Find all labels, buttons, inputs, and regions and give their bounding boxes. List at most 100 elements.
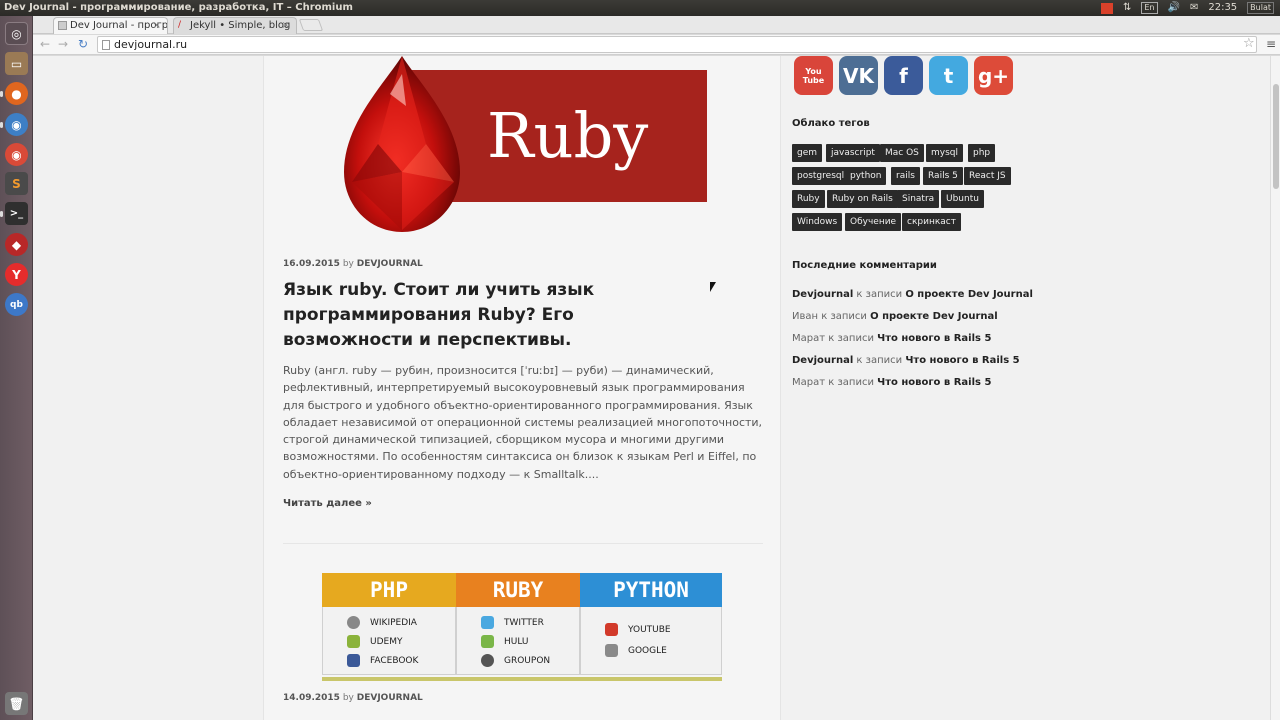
comment-post-link[interactable]: Что нового в Rails 5 [877,333,991,344]
reload-icon[interactable]: ↻ [75,37,91,51]
indicator-icon[interactable] [1100,2,1113,14]
web-page: Ruby 16.09.2015 by DEVJOURNAL Язык ruby.… [33,56,1270,720]
address-bar[interactable]: devjournal.ru [97,36,1257,53]
comment-author: Марат [792,333,826,344]
network-icon[interactable]: ⇅ [1123,0,1131,16]
tag-link[interactable]: mysql [926,144,963,162]
tag-link[interactable]: Обучение [845,213,902,231]
google-icon [605,644,618,657]
tag-link[interactable]: python [845,167,887,185]
comment-joiner: к записи [825,377,878,388]
lang-item: FACEBOOK [323,651,455,670]
user-menu[interactable]: Bulat [1247,2,1274,14]
page-icon [102,40,110,50]
tab-devjournal[interactable]: Dev Journal - програ × [53,17,168,34]
chromium-icon[interactable]: ◉ [5,113,28,136]
sound-icon[interactable]: 🔊 [1168,0,1180,16]
post-meta: 14.09.2015 by DEVJOURNAL [283,693,423,703]
comment-author[interactable]: Devjournal [792,289,853,300]
jekyll-favicon-icon: / [178,20,182,30]
lang-item: UDEMY [323,632,455,651]
tag-link[interactable]: gem [792,144,823,162]
vk-social-icon[interactable]: VK [839,56,878,95]
menu-icon[interactable]: ≡ [1266,37,1276,51]
post-author[interactable]: DEVJOURNAL [357,693,423,703]
new-tab-button[interactable] [298,19,324,31]
lang-item: HULU [457,632,579,651]
window-title: Dev Journal - программирование, разработ… [4,2,353,13]
comment-post-link[interactable]: О проекте Dev Journal [870,311,998,322]
back-arrow-icon[interactable]: ← [37,37,53,51]
udemy-icon [347,635,360,648]
sublime-icon[interactable]: S [5,172,28,195]
forward-arrow-icon[interactable]: → [55,37,71,51]
keyboard-layout[interactable]: En [1141,2,1158,14]
youtube-icon [605,623,618,636]
yandex-icon[interactable]: Y [5,263,28,286]
recent-comment: Devjournal к записи О проекте Dev Journa… [792,289,1033,300]
post2-image[interactable]: PHP WIKIPEDIA UDEMY FACEBOOK RUBY TWITTE… [322,573,722,681]
url-text: devjournal.ru [114,38,188,51]
tab-jekyll[interactable]: / Jekyll • Simple, blog × [173,17,297,34]
tag-link[interactable]: javascript [826,144,880,162]
scrollbar-thumb[interactable] [1273,84,1279,189]
close-tab-icon[interactable]: × [153,18,161,33]
close-tab-icon[interactable]: × [282,18,290,33]
post-excerpt: Ruby (англ. ruby — рубин, произносится [… [283,364,763,481]
system-tray: ⇅ En 🔊 ✉ 22:35 Bulat [1100,0,1274,16]
bookmark-star-icon[interactable]: ☆ [1243,36,1255,51]
tab-strip: Dev Journal - програ × / Jekyll • Simple… [33,16,1280,34]
lang-item: GROUPON [457,651,579,670]
youtube-social-icon[interactable]: You Tube [794,56,833,95]
post-hero-image[interactable]: Ruby [332,56,708,236]
tag-link[interactable]: скринкаст [902,213,961,231]
post-divider [283,543,763,544]
tag-link[interactable]: postgresql [792,167,850,185]
groupon-icon [481,654,494,667]
running-indicator [0,122,3,128]
tag-link[interactable]: React JS [964,167,1011,185]
mail-icon[interactable]: ✉ [1190,0,1198,16]
tag-link[interactable]: Rails 5 [923,167,963,185]
ruby-app-icon[interactable]: ◆ [5,233,28,256]
recent-comment: Марат к записи Что нового в Rails 5 [792,377,991,388]
mouse-cursor [710,282,716,292]
files-icon[interactable]: ▭ [5,52,28,75]
page-scrollbar[interactable] [1270,56,1280,720]
facebook-social-icon[interactable]: f [884,56,923,95]
terminal-icon[interactable]: >_ [5,202,28,225]
read-more-link[interactable]: Читать далее » [283,498,372,509]
googleplus-social-icon[interactable]: g+ [974,56,1013,95]
hulu-icon [481,635,494,648]
comment-post-link[interactable]: Что нового в Rails 5 [905,355,1019,366]
trash-icon[interactable]: 🗑 [5,692,28,715]
tag-link[interactable]: Ubuntu [941,190,984,208]
tag-link[interactable]: Windows [792,213,843,231]
tag-link[interactable]: Ruby [792,190,825,208]
lang-item: WIKIPEDIA [323,613,455,632]
ubuntu-dash-icon[interactable]: ◎ [5,22,28,45]
post-title[interactable]: Язык ruby. Стоит ли учить язык программи… [283,278,703,353]
post-date: 14.09.2015 [283,693,340,703]
comment-author[interactable]: Devjournal [792,355,853,366]
comment-joiner: к записи [853,355,906,366]
comment-post-link[interactable]: О проекте Dev Journal [905,289,1033,300]
lang-item: YOUTUBE [581,619,721,640]
clock[interactable]: 22:35 [1208,0,1237,16]
tag-link[interactable]: rails [891,167,920,185]
post-date: 16.09.2015 [283,259,340,269]
comments-widget-title: Последние комментарии [792,260,937,271]
tag-link[interactable]: php [968,144,996,162]
tag-link[interactable]: Ruby on Rails [827,190,898,208]
firefox-icon[interactable]: ● [5,82,28,105]
comment-post-link[interactable]: Что нового в Rails 5 [877,377,991,388]
comment-author: Иван [792,311,819,322]
twitter-social-icon[interactable]: t [929,56,968,95]
post-meta: 16.09.2015 by DEVJOURNAL [283,259,423,269]
chrome-icon[interactable]: ◉ [5,143,28,166]
post-author[interactable]: DEVJOURNAL [357,259,423,269]
tag-link[interactable]: Sinatra [897,190,940,208]
qbittorrent-icon[interactable]: qb [5,293,28,316]
social-links: You Tube VK f t g+ [794,56,1013,95]
tag-link[interactable]: Mac OS [880,144,924,162]
